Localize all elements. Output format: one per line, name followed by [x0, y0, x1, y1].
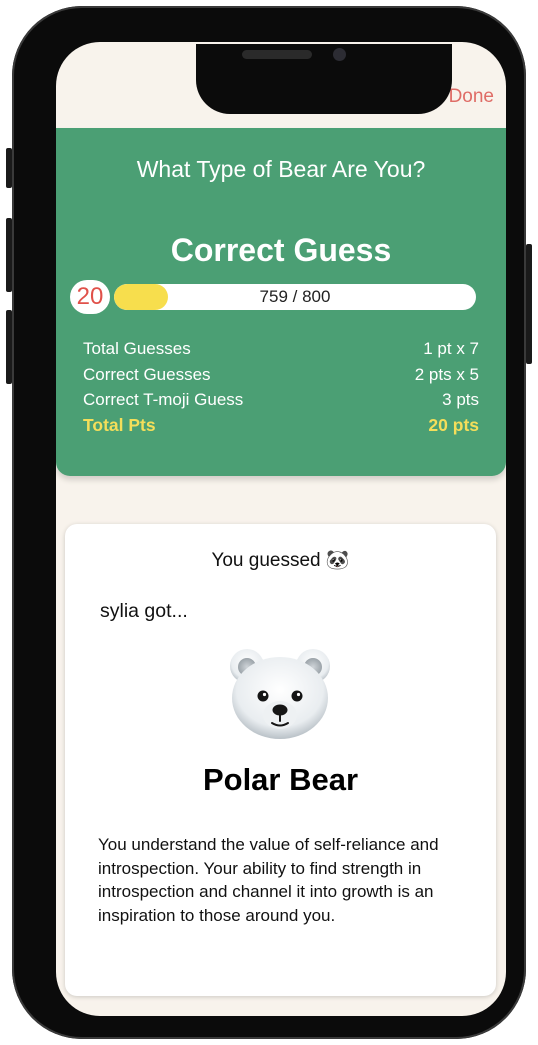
result-description: You understand the value of self-relianc…	[98, 835, 439, 925]
phone-frame: Guess Result Done What Type of Bear Are …	[6, 6, 532, 1039]
bear-name: Polar Bear	[202, 762, 359, 797]
you-guessed-label: You guessed 🐼	[211, 550, 350, 571]
points-progress-bar: 759 / 800	[114, 284, 476, 310]
score-breakdown: Total Guesses 1 pt x 7 Correct Guesses 2…	[83, 336, 479, 438]
total-value: 20 pts	[428, 414, 479, 435]
level-badge: 20	[70, 280, 110, 314]
score-value: 3 pts	[442, 390, 479, 409]
earpiece-speaker	[242, 50, 312, 59]
answer-card: You guessed 🐼 sylia got... Polar Bear Yo…	[65, 524, 496, 996]
progress-text: 759 / 800	[259, 287, 331, 306]
score-row-total-points: Total Pts 20 pts	[83, 413, 479, 439]
score-label: Total Guesses	[83, 339, 191, 358]
polar-bear-face-icon	[230, 649, 330, 739]
score-row-total-guesses: Total Guesses 1 pt x 7	[83, 336, 479, 362]
screen: Guess Result Done What Type of Bear Are …	[56, 42, 506, 1016]
total-label: Total Pts	[83, 414, 156, 435]
score-label: Correct Guesses	[83, 364, 211, 384]
volume-down-button	[6, 310, 12, 384]
score-row-tmoji-guess: Correct T-moji Guess 3 pts	[83, 387, 479, 413]
result-title: Correct Guess	[170, 232, 392, 268]
mute-switch	[6, 148, 12, 188]
score-label: Correct T-moji Guess	[83, 390, 244, 409]
notch	[196, 44, 452, 114]
volume-up-button	[6, 218, 12, 292]
quiz-title: What Type of Bear Are You?	[136, 156, 426, 182]
result-card: What Type of Bear Are You? Correct Guess…	[56, 128, 506, 476]
user-got-label: sylia got...	[100, 600, 188, 622]
done-button[interactable]: Done	[449, 86, 494, 108]
front-camera	[333, 48, 346, 61]
polar-bear-icon	[227, 644, 333, 740]
score-value: 1 pt x 7	[423, 339, 479, 358]
score-row-correct-guesses: Correct Guesses 2 pts x 5	[83, 362, 479, 388]
score-value: 2 pts x 5	[414, 364, 479, 384]
power-button	[526, 244, 532, 364]
